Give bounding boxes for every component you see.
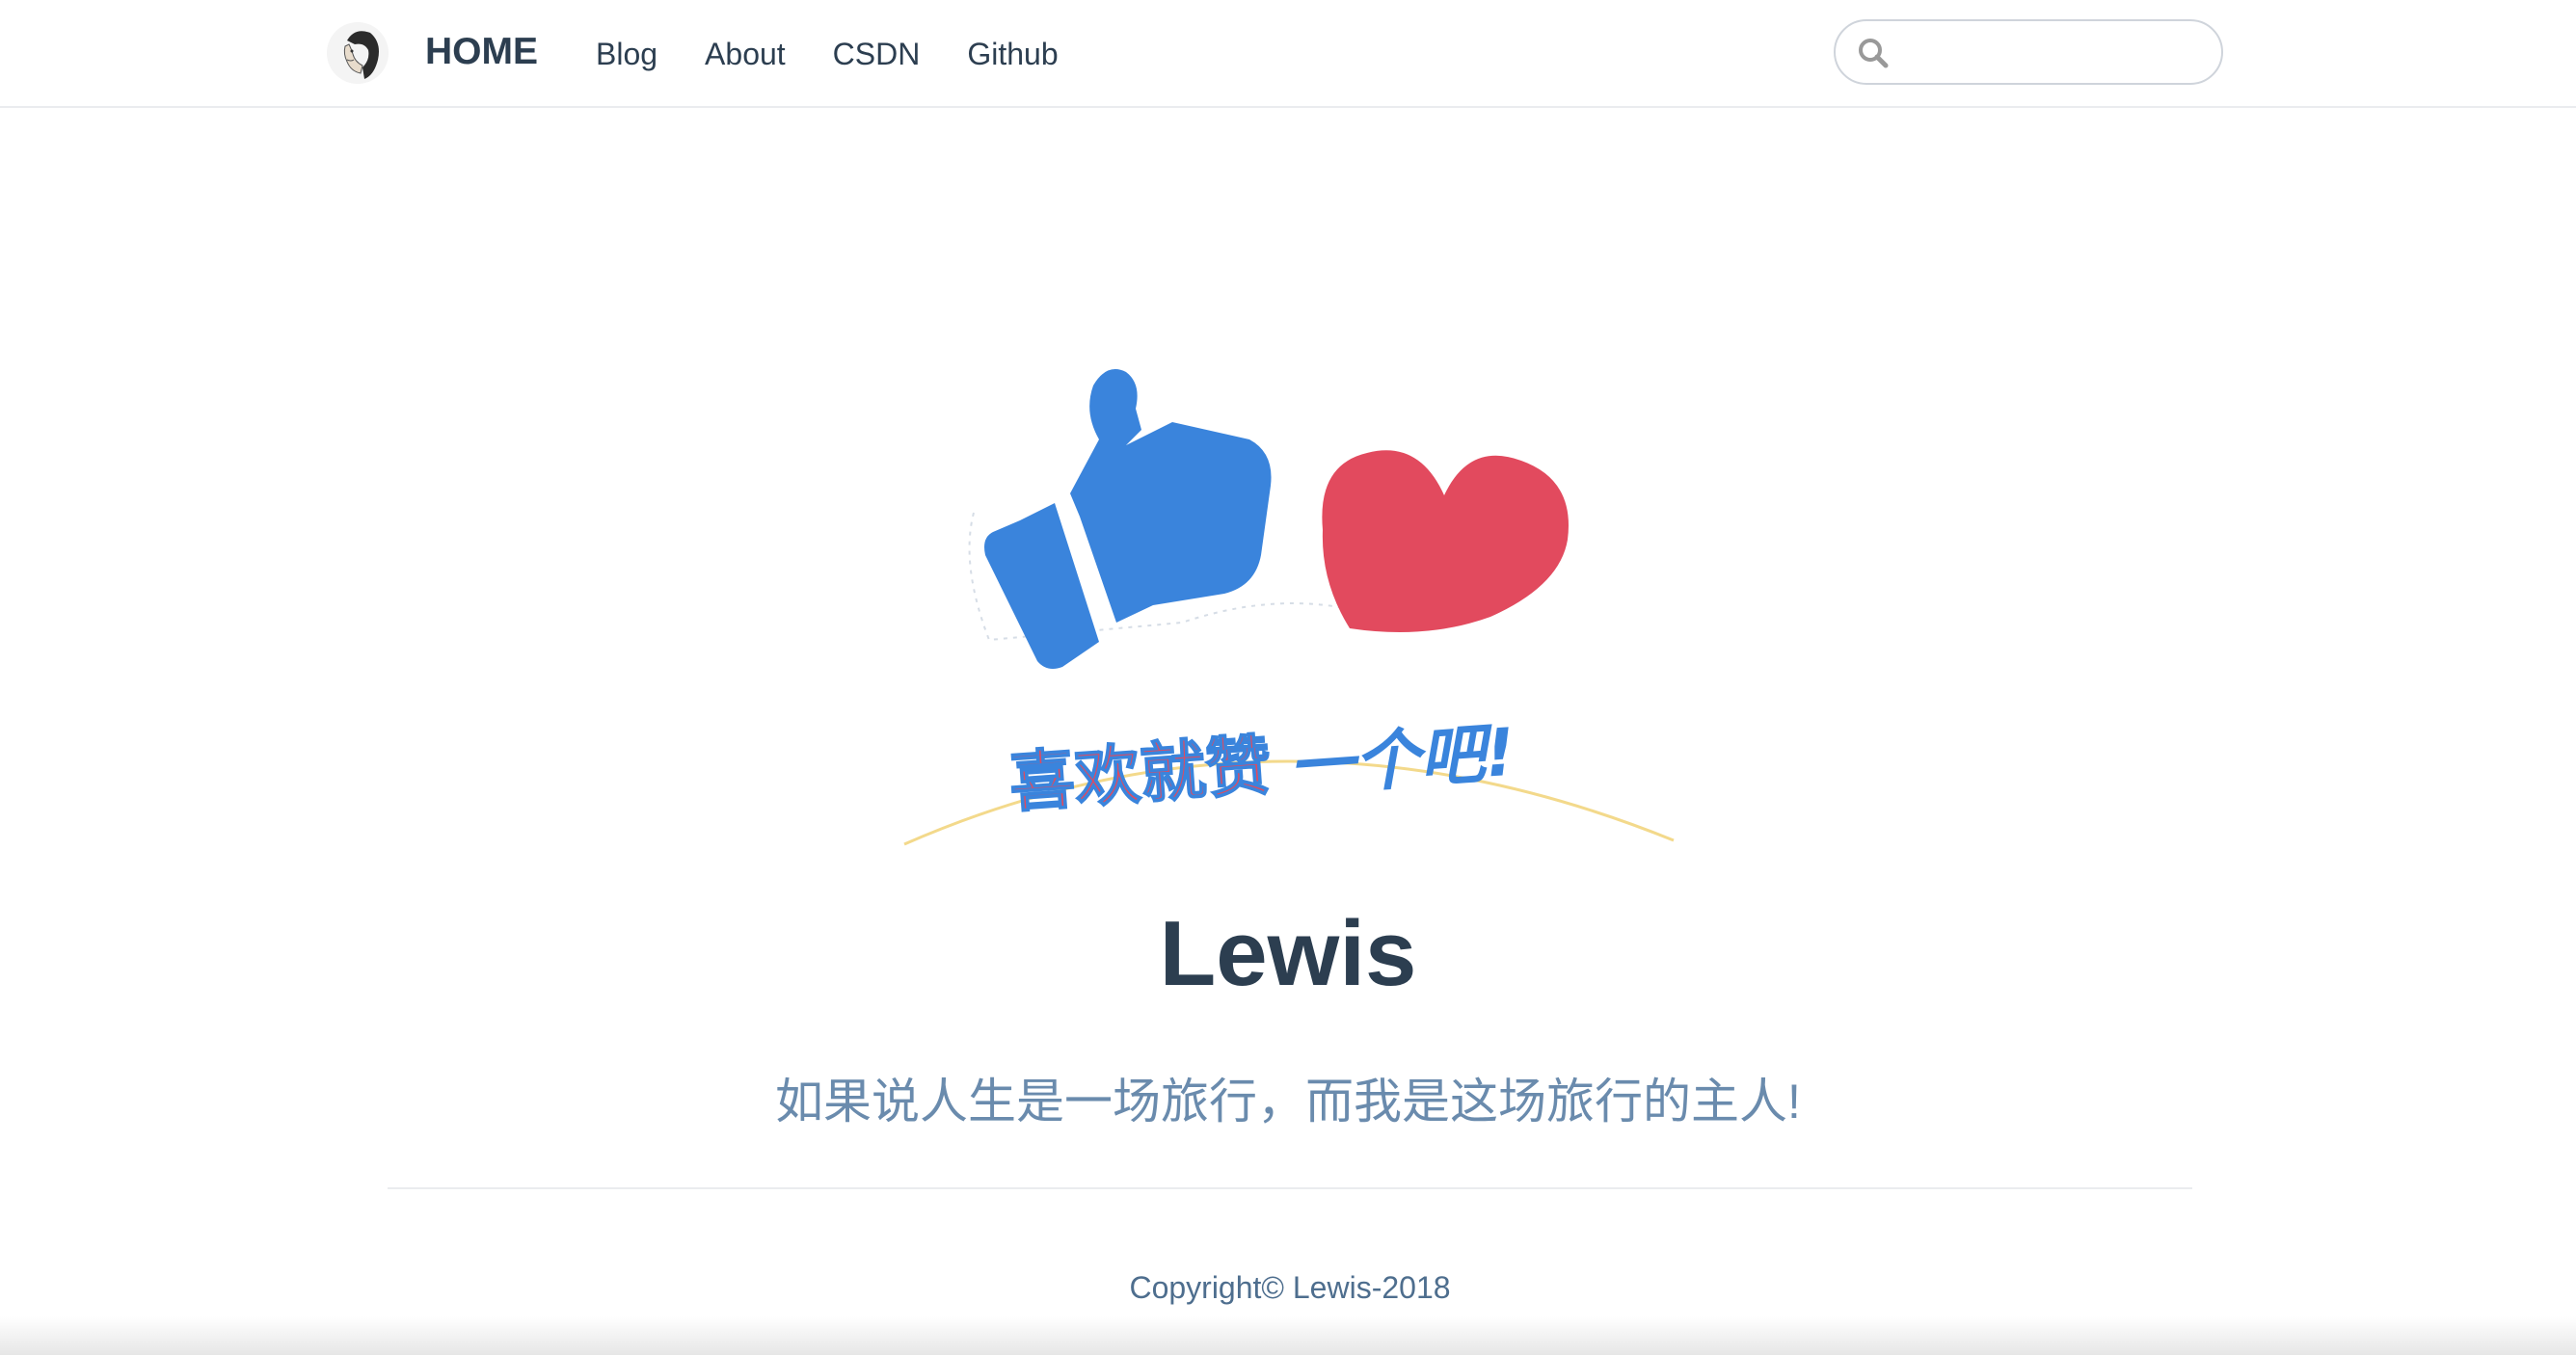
slogan-part1: 喜欢就赞 [1006,728,1274,822]
hero-like-image: 喜欢就赞 一个吧! [903,369,1675,846]
nav-link-csdn[interactable]: CSDN [833,33,921,75]
copyright-text: Copyright© Lewis-2018 [1129,1270,1451,1305]
heart-icon [1322,450,1569,632]
nav-link-github[interactable]: Github [967,33,1058,75]
thumbs-up-icon [984,369,1272,669]
site-name[interactable]: HOME [425,27,538,77]
avatar-logo[interactable] [326,21,389,85]
slogan-part2: 一个吧! [1286,715,1517,807]
bottom-edge-shadow [0,1316,2576,1355]
search-icon [1859,39,1889,68]
nav-links: Blog About CSDN Github [596,33,1106,75]
nav-link-blog[interactable]: Blog [596,33,657,75]
navbar: HOME Blog About CSDN Github [0,0,2576,108]
search-input[interactable] [1899,29,2208,77]
nav-link-about[interactable]: About [705,33,786,75]
search-box[interactable] [1834,19,2223,85]
hero-title: Lewis [1159,902,1417,1005]
hero-description: 如果说人生是一场旅行，而我是这场旅行的主人! [775,1075,1801,1129]
